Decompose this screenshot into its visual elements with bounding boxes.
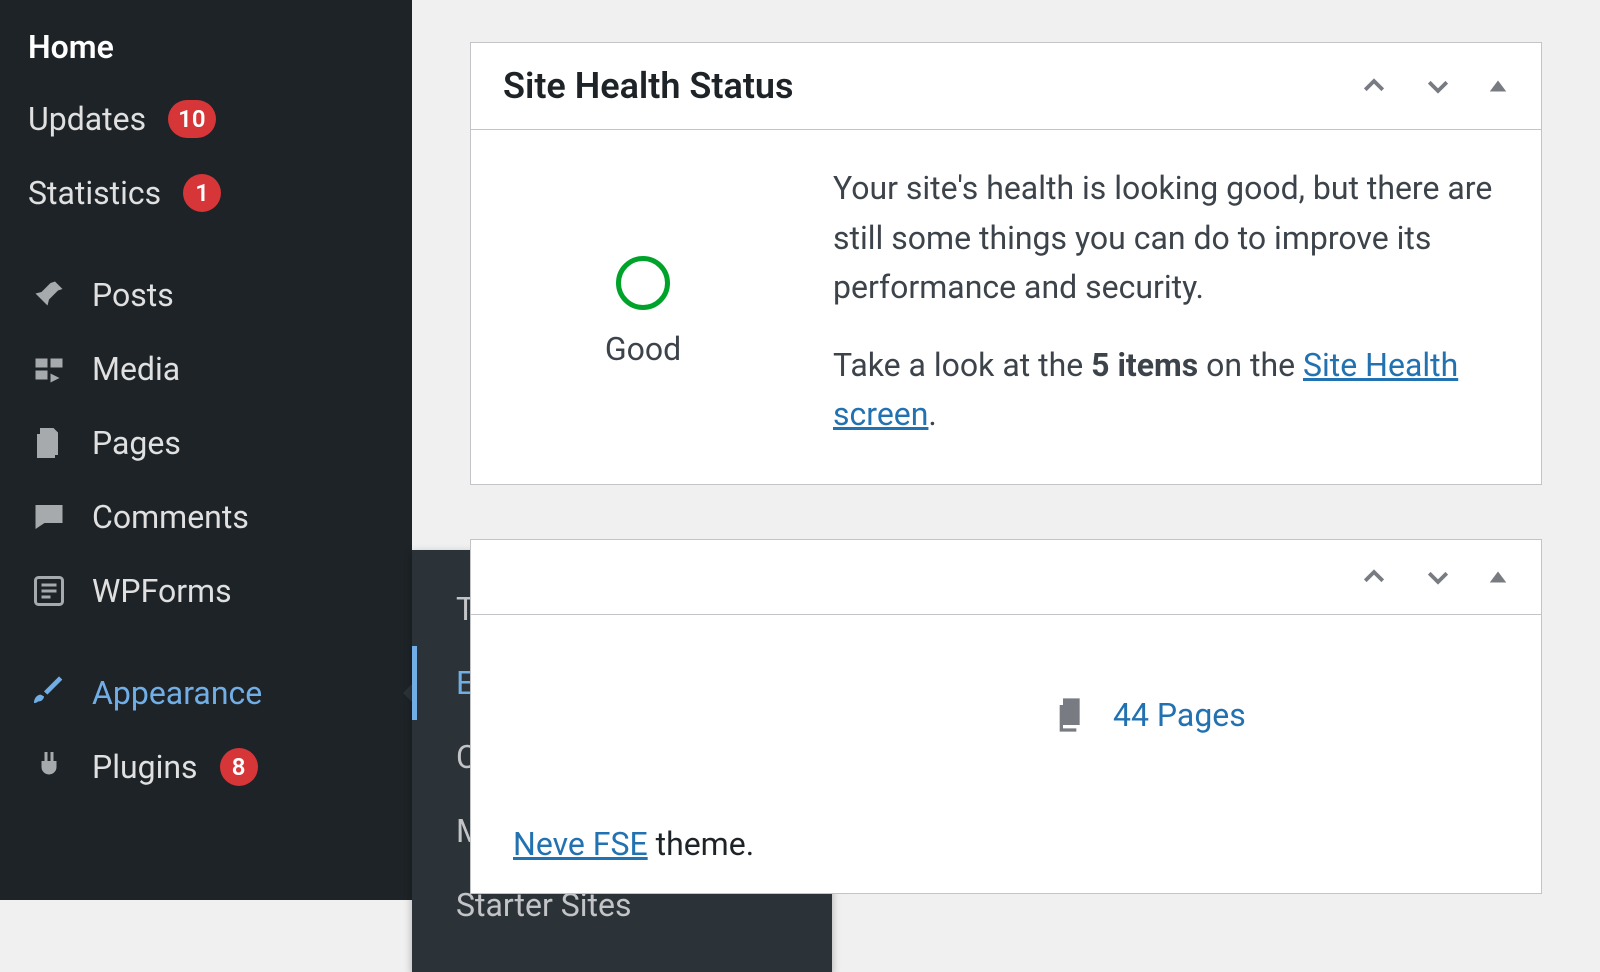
sidebar-item-wpforms[interactable]: WPForms — [0, 554, 412, 628]
sidebar-item-label: Appearance — [92, 674, 262, 712]
media-icon — [28, 348, 70, 390]
theme-link[interactable]: Neve FSE — [513, 825, 648, 863]
sidebar-item-label: WPForms — [92, 572, 232, 610]
toggle-panel-button[interactable] — [1487, 75, 1509, 97]
sidebar-divider — [0, 230, 412, 258]
comment-icon — [28, 496, 70, 538]
pages-icon — [28, 422, 70, 464]
sidebar-item-statistics[interactable]: Statistics 1 — [0, 156, 412, 230]
sidebar-item-label: Plugins — [92, 748, 198, 786]
sidebar-item-updates[interactable]: Updates 10 — [0, 82, 412, 156]
health-status-circle-icon — [616, 256, 670, 310]
health-desc-text: Your site's health is looking good, but … — [833, 164, 1499, 313]
move-down-button[interactable] — [1423, 562, 1453, 592]
panel-title: Site Health Status — [503, 65, 794, 107]
sidebar-item-label: Media — [92, 350, 180, 388]
move-up-button[interactable] — [1359, 562, 1389, 592]
sidebar-item-home[interactable]: Home — [0, 0, 412, 82]
panel-header — [471, 540, 1541, 615]
panel-controls — [1359, 71, 1509, 101]
health-cta-text: Take a look at the 5 items on the Site H… — [833, 341, 1499, 440]
sidebar-item-pages[interactable]: Pages — [0, 406, 412, 480]
health-indicator: Good — [513, 164, 773, 440]
pages-count-label: 44 Pages — [1113, 696, 1246, 734]
admin-sidebar: Home Updates 10 Statistics 1 Posts Media… — [0, 0, 412, 900]
panel-header: Site Health Status — [471, 43, 1541, 130]
sidebar-item-appearance[interactable]: Appearance — [0, 656, 412, 730]
health-items-count: 5 items — [1091, 346, 1198, 384]
plugins-count-badge: 8 — [220, 748, 258, 786]
sidebar-item-comments[interactable]: Comments — [0, 480, 412, 554]
at-a-glance-panel: 44 Pages Neve FSE theme. — [470, 539, 1542, 894]
sidebar-item-plugins[interactable]: Plugins 8 — [0, 730, 412, 804]
sidebar-item-label: Updates — [28, 100, 146, 138]
brush-icon — [28, 672, 70, 714]
health-status-label: Good — [605, 330, 681, 368]
move-down-button[interactable] — [1423, 71, 1453, 101]
sidebar-item-label: Comments — [92, 498, 249, 536]
sidebar-divider — [0, 628, 412, 656]
sidebar-item-label: Home — [28, 28, 114, 66]
panel-body: Good Your site's health is looking good,… — [471, 130, 1541, 484]
statistics-count-badge: 1 — [183, 174, 221, 212]
plug-icon — [28, 746, 70, 788]
dashboard-content: Site Health Status Good Your site's heal… — [412, 0, 1600, 948]
sidebar-item-label: Statistics — [28, 174, 161, 212]
pin-icon — [28, 274, 70, 316]
toggle-panel-button[interactable] — [1487, 566, 1509, 588]
sidebar-item-media[interactable]: Media — [0, 332, 412, 406]
move-up-button[interactable] — [1359, 71, 1389, 101]
pages-icon — [1053, 695, 1093, 735]
pages-stat-link[interactable]: 44 Pages — [1053, 695, 1499, 735]
sidebar-item-posts[interactable]: Posts — [0, 258, 412, 332]
site-health-panel: Site Health Status Good Your site's heal… — [470, 42, 1542, 485]
update-count-badge: 10 — [168, 100, 215, 138]
health-description: Your site's health is looking good, but … — [833, 164, 1499, 440]
panel-controls — [1359, 562, 1509, 592]
sidebar-item-label: Pages — [92, 424, 181, 462]
active-theme-text: Neve FSE theme. — [513, 825, 1499, 863]
form-icon — [28, 570, 70, 612]
panel-body: 44 Pages Neve FSE theme. — [471, 615, 1541, 893]
sidebar-item-label: Posts — [92, 276, 174, 314]
